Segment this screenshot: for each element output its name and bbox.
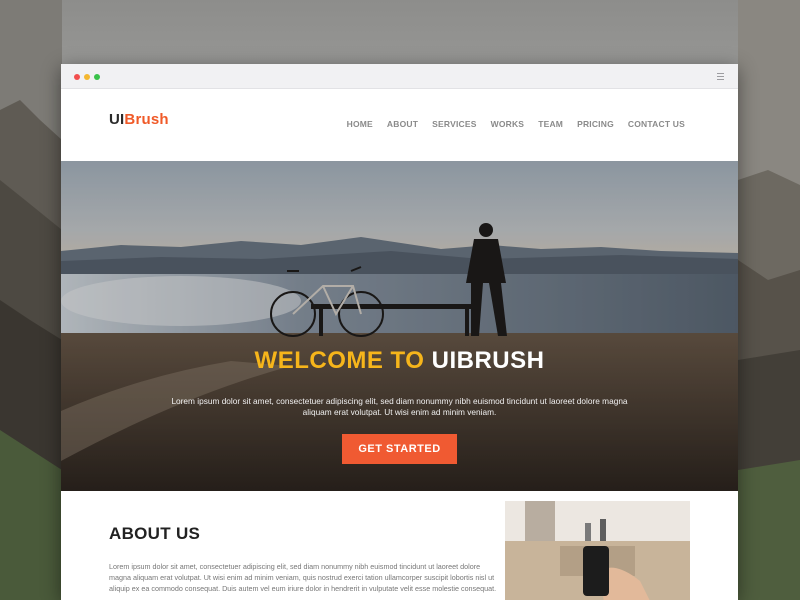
about-heading: ABOUT US	[109, 524, 201, 543]
hero-title-brand: UIBRUSH	[431, 347, 545, 374]
hamburger-menu-icon[interactable]	[717, 73, 724, 80]
nav-item-works[interactable]: WORKS	[491, 119, 525, 129]
close-dot-icon[interactable]	[74, 74, 80, 80]
minimize-dot-icon[interactable]	[84, 74, 90, 80]
background-mountain-right	[738, 0, 800, 600]
hero-title: WELCOME TO UIBRUSH	[61, 347, 738, 375]
nav-item-team[interactable]: TEAM	[538, 119, 563, 129]
maximize-dot-icon[interactable]	[94, 74, 100, 80]
nav-item-about[interactable]: ABOUT	[387, 119, 418, 129]
nav-item-home[interactable]: HOME	[347, 119, 373, 129]
main-nav: HOME ABOUT SERVICES WORKS TEAM PRICING C…	[347, 119, 685, 129]
nav-item-contact-us[interactable]: CONTACT US	[628, 119, 685, 129]
brand-logo-part2: Brush	[124, 111, 169, 128]
nav-item-services[interactable]: SERVICES	[432, 119, 476, 129]
site-header: UIBrush HOME ABOUT SERVICES WORKS TEAM P…	[61, 89, 738, 161]
background-mountain-left	[0, 0, 62, 600]
browser-window: UIBrush HOME ABOUT SERVICES WORKS TEAM P…	[61, 64, 738, 600]
about-section: ABOUT US Lorem ipsum dolor sit amet, con…	[61, 491, 738, 600]
hero-title-highlight: WELCOME TO	[254, 347, 425, 374]
get-started-button[interactable]: GET STARTED	[342, 434, 457, 464]
nav-item-pricing[interactable]: PRICING	[577, 119, 614, 129]
brand-logo-part1: UI	[109, 111, 125, 128]
window-titlebar	[61, 64, 738, 89]
about-image	[505, 501, 690, 600]
about-text: Lorem ipsum dolor sit amet, consectetuer…	[109, 562, 497, 593]
hero-description: Lorem ipsum dolor sit amet, consectetuer…	[171, 396, 628, 417]
brand-logo[interactable]: UIBrush	[109, 111, 169, 128]
hero-section: WELCOME TO UIBRUSH Lorem ipsum dolor sit…	[61, 161, 738, 491]
